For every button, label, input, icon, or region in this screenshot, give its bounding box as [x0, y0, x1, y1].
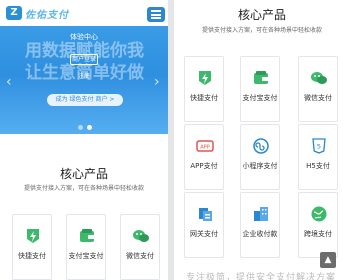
wechat-icon — [132, 227, 150, 245]
product-card-h5-pay[interactable]: 5 H5支付 — [298, 124, 338, 190]
section-title: 核心产品 — [59, 167, 108, 181]
product-label: 快捷支付 — [18, 252, 46, 260]
menu-button[interactable] — [147, 7, 165, 22]
product-label: H5支付 — [306, 162, 330, 170]
app-icon: APP — [196, 137, 214, 155]
product-label: 支付宝支付 — [68, 252, 104, 260]
wechat-icon — [310, 69, 328, 87]
product-card-wechat[interactable]: 微信支付 — [120, 214, 160, 280]
product-label: 微信支付 — [304, 94, 332, 102]
logo-text: 佐佑支付 — [25, 9, 69, 21]
product-label: 支付宝支付 — [242, 94, 278, 102]
section-description: 提供支付接入方案，可在各种场景中轻松收款 — [201, 27, 322, 34]
hamburger-icon — [151, 17, 161, 19]
product-card-alipay[interactable]: 支付宝支付 — [240, 56, 280, 122]
product-label: 跨境支付 — [304, 230, 332, 238]
product-card-app-pay[interactable]: APP APP支付 — [184, 124, 224, 190]
become-merchant-button[interactable]: 成为 绿色支付 商户 > — [47, 94, 123, 106]
section-description: 提供支付接入方案，可在各种场景中轻松收款 — [23, 185, 144, 192]
miniprogram-icon — [252, 137, 270, 155]
product-label: 网关支付 — [190, 230, 218, 238]
logo[interactable]: Z 佐佑支付 — [6, 6, 69, 21]
wallet-icon — [78, 227, 96, 245]
carousel-dot[interactable] — [78, 125, 83, 130]
gateway-icon — [196, 205, 214, 223]
svg-text:APP: APP — [200, 145, 209, 151]
right-panel: 核心产品 提供支付接入方案，可在各种场景中轻松收款 快捷支付 支付宝支付 微信支… — [174, 0, 350, 280]
bottom-section-heading: 专注极简，提供安全支付解决方案 — [186, 273, 337, 280]
product-card-alipay[interactable]: 支付宝支付 — [66, 214, 106, 280]
left-panel: Z 佐佑支付 用数据赋能你我 让生意简单好做 体验中心 商户登录 注册 成为 绿… — [0, 0, 168, 280]
product-card-crossborder-pay[interactable]: 跨境支付 — [298, 192, 338, 258]
carousel-indicators — [78, 125, 92, 130]
carousel-dot-active[interactable] — [87, 125, 92, 130]
svg-text:5: 5 — [317, 143, 321, 151]
back-to-top-icon[interactable]: ▲ — [320, 252, 336, 268]
hamburger-icon — [151, 10, 161, 12]
h5-icon: 5 — [310, 137, 328, 155]
next-slide-icon[interactable]: › — [154, 74, 160, 90]
lightning-icon — [196, 69, 214, 87]
lightning-icon — [24, 227, 42, 245]
product-label: 小程序支付 — [242, 162, 278, 170]
product-card-wechat[interactable]: 微信支付 — [298, 56, 338, 122]
merchant-login-button[interactable]: 商户登录 — [70, 54, 98, 65]
page: Z 佐佑支付 用数据赋能你我 让生意简单好做 体验中心 商户登录 注册 成为 绿… — [0, 0, 350, 280]
product-card-gateway-pay[interactable]: 网关支付 — [184, 192, 224, 258]
prev-slide-icon[interactable]: ‹ — [6, 74, 12, 90]
globe-icon — [310, 205, 328, 223]
product-card-quick-pay[interactable]: 快捷支付 — [12, 214, 52, 280]
hamburger-icon — [151, 13, 161, 16]
product-card-quick-pay[interactable]: 快捷支付 — [184, 56, 224, 122]
product-label: 企业收付款 — [242, 230, 278, 238]
building-icon — [252, 205, 270, 223]
header: Z 佐佑支付 — [0, 0, 168, 26]
hero-banner: 用数据赋能你我 让生意简单好做 体验中心 商户登录 注册 成为 绿色支付 商户 … — [0, 26, 168, 134]
section-title: 核心产品 — [237, 8, 286, 22]
product-label: APP支付 — [190, 162, 218, 170]
register-button[interactable]: 注册 — [70, 72, 98, 83]
product-card-miniprogram[interactable]: 小程序支付 — [240, 124, 280, 190]
experience-center-title: 体验中心 — [70, 33, 98, 41]
product-label: 微信支付 — [126, 252, 154, 260]
logo-icon: Z — [6, 6, 22, 20]
wallet-icon — [252, 69, 270, 87]
product-card-enterprise-pay[interactable]: 企业收付款 — [240, 192, 280, 258]
product-label: 快捷支付 — [190, 94, 218, 102]
